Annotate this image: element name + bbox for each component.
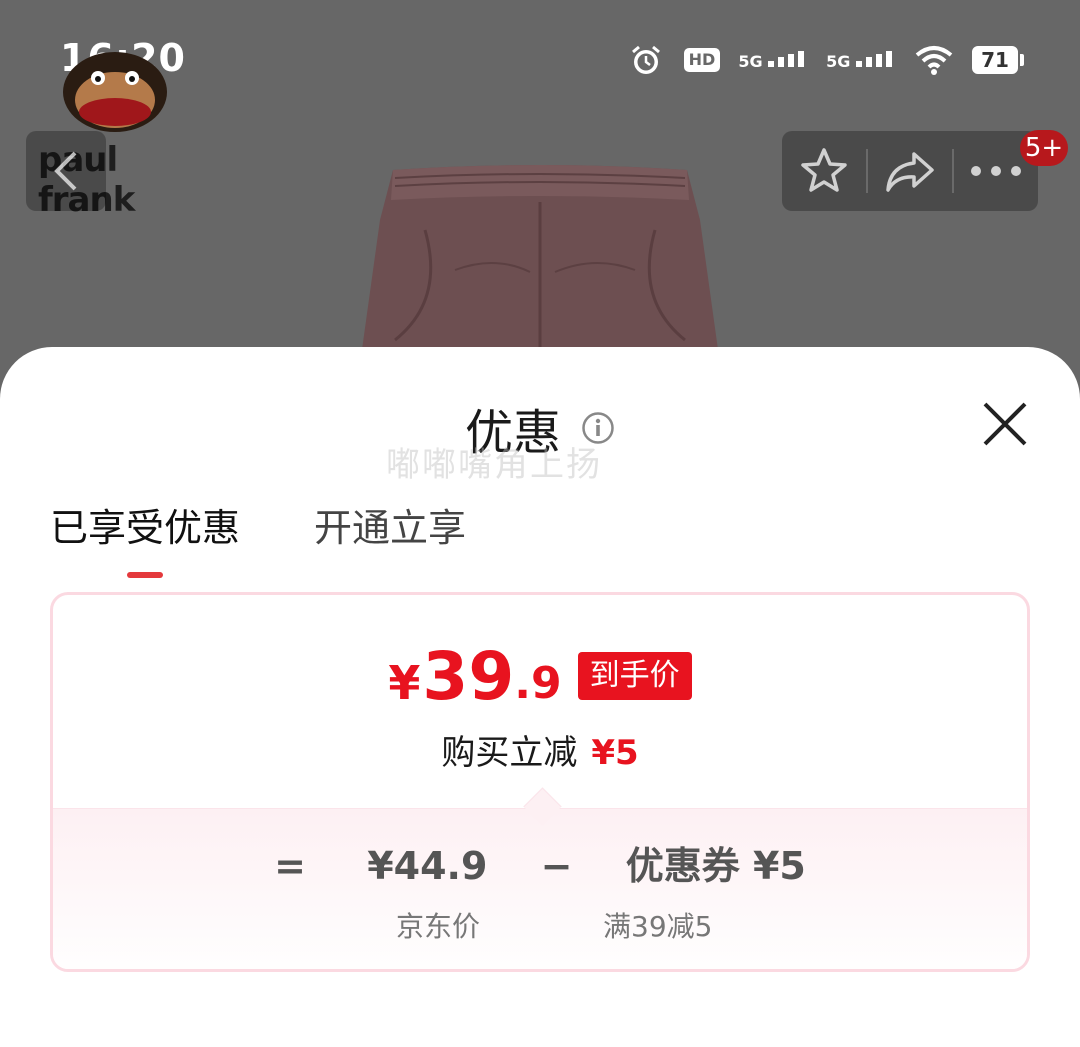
favorite-button[interactable] <box>782 131 866 211</box>
hd-indicator: HD <box>683 48 721 72</box>
final-price-tag: 到手价 <box>577 652 692 701</box>
header-actions <box>782 131 1038 211</box>
price-card: ¥ 39 .9 到手价 购买立减 ¥5 = ¥44.9 − 优惠券 ¥5 京东价 … <box>50 592 1030 972</box>
price-decimal: .9 <box>514 658 562 710</box>
watermark: 嘟嘟嘴角上扬 <box>386 445 602 485</box>
price-currency: ¥ <box>388 656 421 711</box>
tab-activate-label: 开通立享 <box>314 506 467 550</box>
close-button[interactable] <box>978 397 1032 451</box>
cart-badge: 5+ <box>1020 130 1068 166</box>
price-formula: = ¥44.9 − 优惠券 ¥5 <box>53 835 1027 890</box>
signal-5g-1-label: 5G <box>738 51 763 71</box>
battery-tip <box>1020 54 1024 66</box>
price-integer: 39 <box>422 638 515 715</box>
coupon-condition-label: 满39减5 <box>603 910 713 943</box>
share-button[interactable] <box>868 131 952 211</box>
signal-5g-2: 5G <box>826 50 896 71</box>
battery-level: 71 <box>972 46 1018 74</box>
discount-sheet: 优惠 嘟嘟嘴角上扬 已享受优惠 开通立享 ¥ 39 .9 到手价 购买立减 ¥5 … <box>0 347 1080 1047</box>
discount-tabs: 已享受优惠 开通立享 <box>50 497 466 578</box>
alarm-icon <box>626 40 666 80</box>
wifi-icon <box>914 40 954 80</box>
final-price: ¥ 39 .9 到手价 <box>53 638 1027 715</box>
formula-minus: − <box>540 844 573 888</box>
tab-enjoyed-label: 已享受优惠 <box>50 506 241 550</box>
back-icon <box>54 151 77 191</box>
status-icons: HD 5G 5G 71 <box>626 40 1024 80</box>
reduce-amount: ¥5 <box>591 733 639 773</box>
more-icon <box>971 166 1021 176</box>
formula-equals: = <box>274 844 306 888</box>
formula-coupon: 优惠券 ¥5 <box>625 844 806 888</box>
battery-indicator: 71 <box>972 46 1024 74</box>
reduce-label: 购买立减 <box>441 733 578 773</box>
share-icon <box>886 152 934 192</box>
signal-5g-2-label: 5G <box>826 51 851 71</box>
tab-enjoyed-discounts[interactable]: 已享受优惠 <box>50 497 240 578</box>
star-icon <box>801 148 847 192</box>
tab-active-indicator <box>127 572 163 578</box>
signal-5g-1: 5G <box>738 50 808 71</box>
product-background: 16:20 HD 5G 5G 71 <box>0 0 1080 400</box>
formula-base-price: ¥44.9 <box>367 844 488 888</box>
tab-activate-discounts[interactable]: 开通立享 <box>314 497 466 578</box>
formula-panel <box>53 808 1027 969</box>
base-price-label: 京东价 <box>396 910 481 943</box>
back-button[interactable] <box>26 131 106 211</box>
purchase-reduction: 购买立减 ¥5 <box>53 725 1027 774</box>
close-icon <box>983 402 1027 446</box>
